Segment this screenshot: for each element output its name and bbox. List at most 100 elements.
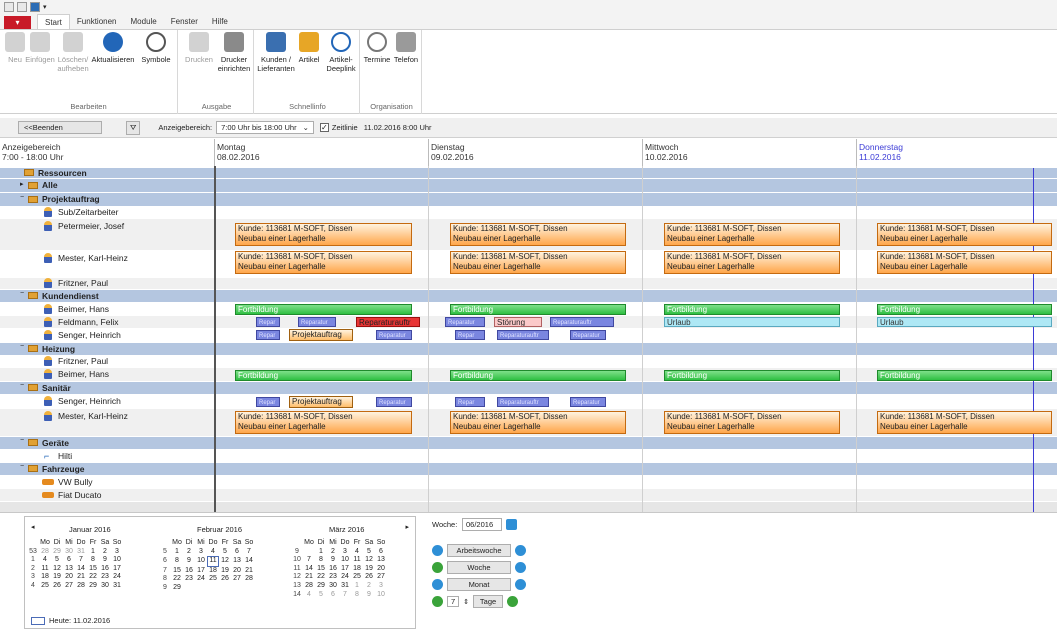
appointment[interactable]: Reparatur [298,317,336,327]
prev-monat-icon[interactable] [432,579,443,590]
group-row-geraete[interactable]: − Geräte [0,437,1057,449]
calendar-day[interactable]: 16 [183,567,195,576]
calendar-day[interactable]: 25 [207,575,219,584]
appointment[interactable]: Kunde: 113681 M-SOFT, Dissen Neubau einer… [235,223,412,246]
calendar-day[interactable]: 12 [51,565,63,574]
calendar-day[interactable]: 17 [339,565,351,574]
calendar-day[interactable]: 9 [327,556,339,565]
calendar-day[interactable]: 6 [63,556,75,565]
calendar-day[interactable]: 6 [327,591,339,600]
calendar-day[interactable]: 18 [351,565,363,574]
calendar-day[interactable]: 3 [195,548,207,557]
calendar-day[interactable]: 1 [315,548,327,557]
calendar-day[interactable]: 8 [351,591,363,600]
appointment[interactable]: Reparatur [445,317,485,327]
calendar-day[interactable]: 7 [339,591,351,600]
calendar-day[interactable]: 20 [63,573,75,582]
appointment[interactable]: Reparaturauftr [497,330,549,340]
article-deeplink-button[interactable]: Artikel- Deeplink [324,32,358,73]
calendar-day[interactable]: 15 [87,565,99,574]
calendar-day[interactable]: 10 [111,556,123,565]
appointment[interactable]: Repar [455,330,485,340]
timeline-checkbox[interactable]: ✓ [319,123,329,132]
phone-button[interactable]: Telefon [392,32,420,64]
appointment[interactable]: Kunde: 113681 M-SOFT, Dissen Neubau einer… [664,411,840,434]
collapse-icon[interactable]: − [20,437,24,444]
week-number[interactable]: 3 [27,573,39,582]
appointment[interactable]: Fortbildung [664,370,840,381]
tage-button[interactable]: Tage [473,595,504,608]
calendar-day[interactable]: 15 [315,565,327,574]
next-monat-icon[interactable] [515,579,526,590]
next-tage-icon[interactable] [507,596,519,607]
group-row-ressourcen[interactable]: Ressourcen [0,168,1057,178]
week-number[interactable]: 13 [291,582,303,591]
week-number[interactable]: 14 [291,591,303,600]
appointment[interactable]: Reparaturauftr [497,397,549,407]
calendar-day[interactable]: 13 [231,557,243,566]
refresh-icon[interactable] [30,2,40,12]
calendar-day[interactable]: 2 [363,582,375,591]
calendar-day[interactable]: 22 [315,573,327,582]
delete-button[interactable]: Löschen/ aufheben [56,32,90,73]
week-number[interactable]: 10 [291,556,303,565]
calendar-day[interactable]: 23 [327,573,339,582]
calendar-day[interactable]: 22 [87,573,99,582]
week-number[interactable]: 5 [159,548,171,557]
collapse-icon[interactable]: − [20,290,24,297]
prev-arbeitswoche-icon[interactable] [432,545,443,556]
appointment[interactable]: Fortbildung [877,304,1052,315]
back-button[interactable]: <<Beenden [18,121,102,134]
calendar-day[interactable]: 18 [207,567,219,576]
calendar-day[interactable]: 2 [327,548,339,557]
appointment[interactable]: Kunde: 113681 M-SOFT, Dissen Neubau einer… [664,251,840,274]
appointment[interactable]: Kunde: 113681 M-SOFT, Dissen Neubau einer… [450,223,626,246]
calendar-day[interactable]: 30 [63,548,75,557]
week-number[interactable]: 9 [159,584,171,593]
calendar-day[interactable]: 3 [111,548,123,557]
month-grid-mar[interactable]: Mo Di Mi Do Fr Sa So 9 1 2 3 4 5 6 10 7 8 9 10 11 12 13 11 14 15… [291,539,387,599]
calendar-day[interactable]: 18 [39,573,51,582]
next-month-icon[interactable]: ▸ [405,523,409,531]
article-button[interactable]: Artikel [296,32,322,64]
day-header-wednesday[interactable]: Mittwoch 10.02.2016 [642,139,856,166]
prev-month-icon[interactable]: ◂ [31,523,35,531]
tab-hilfe[interactable]: Hilfe [205,14,235,29]
calendar-day[interactable]: 9 [363,591,375,600]
appointment[interactable]: Fortbildung [450,370,626,381]
calendar-day[interactable]: 29 [315,582,327,591]
appointment[interactable]: Reparatur [376,330,412,340]
refresh-button[interactable]: Aktualisieren [90,32,136,64]
appointment[interactable]: Repar [455,397,485,407]
appointment[interactable]: Kunde: 113681 M-SOFT, Dissen Neubau einer… [235,411,412,434]
week-number[interactable]: 1 [27,556,39,565]
calendar-day[interactable]: 31 [339,582,351,591]
calendar-day[interactable]: 19 [51,573,63,582]
week-number[interactable]: 4 [27,582,39,591]
arbeitswoche-button[interactable]: Arbeitswoche [447,544,511,557]
group-row-heizung[interactable]: − Heizung [0,343,1057,355]
calendar-day[interactable]: 26 [219,575,231,584]
calendar-day[interactable]: 6 [375,548,387,557]
range-select[interactable]: 7:00 Uhr bis 18:00 Uhr ⌄ [216,121,314,134]
calendar-day[interactable]: 17 [195,567,207,576]
calendar-day[interactable]: 25 [39,582,51,591]
appointment[interactable]: Fortbildung [235,304,412,315]
appointment[interactable]: Fortbildung [877,370,1052,381]
calendar-day[interactable]: 24 [195,575,207,584]
appointment[interactable]: Störung [494,317,542,327]
calendar-day[interactable]: 5 [51,556,63,565]
appointments-button[interactable]: Termine [364,32,390,64]
calendar-day[interactable]: 14 [303,565,315,574]
appointment[interactable]: Repar [256,317,280,327]
calendar-day[interactable]: 24 [111,573,123,582]
day-header-thursday[interactable]: Donnerstag 11.02.2016 [856,139,1057,166]
week-number[interactable]: 6 [159,557,171,566]
calendar-day[interactable]: 20 [231,567,243,576]
day-header-tuesday[interactable]: Dienstag 09.02.2016 [428,139,642,166]
calendar-day[interactable]: 27 [375,573,387,582]
woche-button[interactable]: Woche [447,561,511,574]
resource-row[interactable]: Fritzner, Paul [0,278,1057,289]
resource-row[interactable]: Fiat Ducato [0,489,1057,501]
appointment[interactable]: Fortbildung [664,304,840,315]
